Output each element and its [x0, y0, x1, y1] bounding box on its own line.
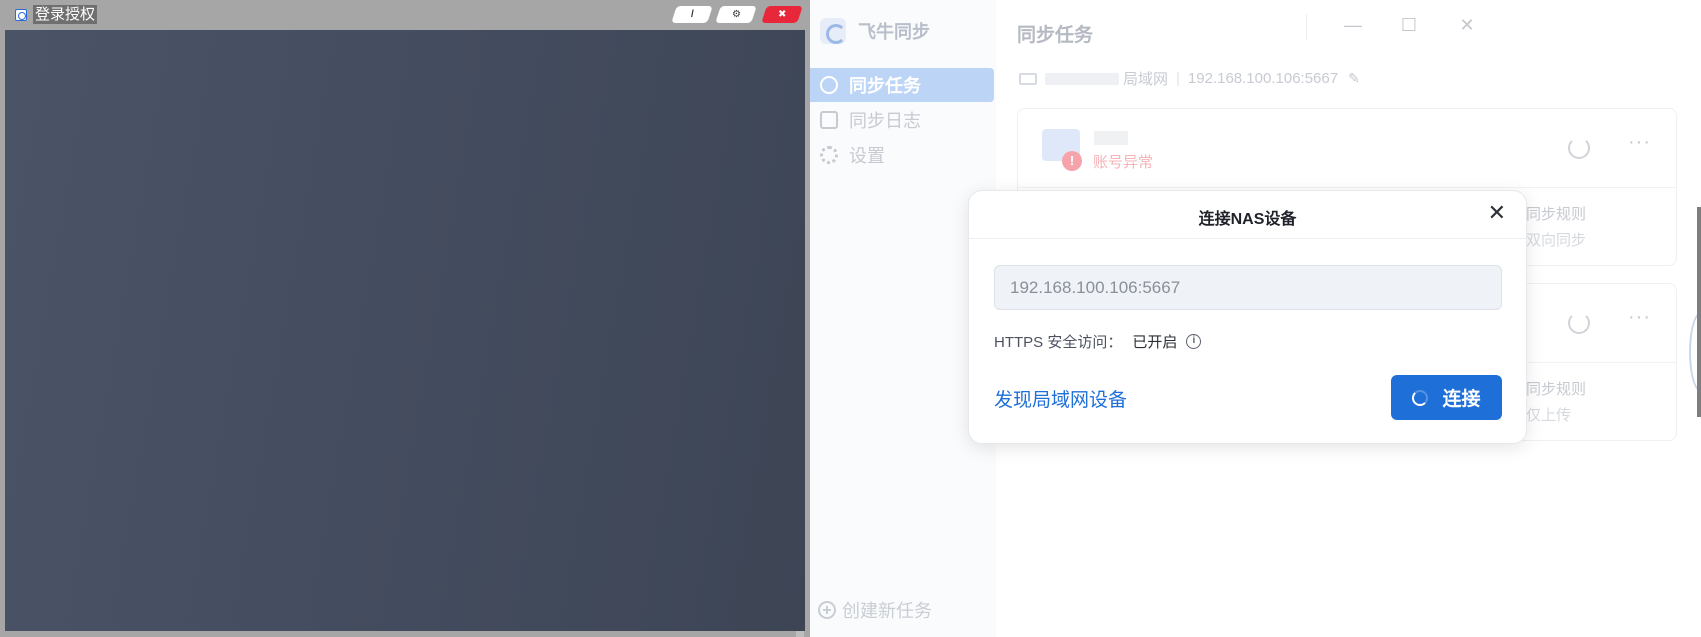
login-window-titlebar: 登录授权 / ⚙ ✖: [0, 0, 810, 30]
refresh-icon[interactable]: [1568, 312, 1590, 334]
network-type: 局域网: [1123, 71, 1169, 88]
sync-rule-label: 同步规则: [1526, 206, 1587, 223]
https-status-row: HTTPS 安全访问： 已开启 i: [994, 331, 1202, 352]
login-content-area[interactable]: [5, 30, 805, 631]
monitor-icon: [1019, 72, 1037, 85]
sidebar-item-sync-tasks[interactable]: 同步任务: [810, 68, 994, 102]
https-value: 已开启: [1132, 334, 1178, 351]
window-close-button[interactable]: ✕: [1456, 14, 1478, 36]
login-window-title: 登录授权: [33, 5, 98, 24]
brand: 飞牛同步: [820, 16, 930, 46]
brand-name: 飞牛同步: [858, 22, 930, 42]
card-divider: [1018, 187, 1676, 188]
close-icon: ✖: [777, 9, 787, 20]
settings-icon: [820, 146, 838, 164]
more-icon[interactable]: ···: [1628, 306, 1651, 329]
sidebar-item-sync-log[interactable]: 同步日志: [810, 103, 994, 137]
connect-button-label: 连接: [1442, 389, 1481, 410]
edit-icon: /: [690, 9, 694, 20]
device-address: 192.168.100.106:5667: [1187, 70, 1339, 87]
warning-icon: !: [1062, 151, 1082, 171]
sidebar-item-label: 同步日志: [849, 111, 921, 131]
device-info: 局域网 | 192.168.100.106:5667 ✎: [1019, 68, 1360, 89]
task-status: 账号异常: [1093, 154, 1154, 171]
sync-task-icon: [820, 76, 838, 94]
task-name-redacted: [1094, 131, 1128, 145]
sync-rule-value: 仅上传: [1526, 407, 1572, 424]
connect-nas-dialog: 连接NAS设备 ✕ HTTPS 安全访问： 已开启 i 发现局域网设备 连接: [968, 190, 1527, 444]
sidebar-item-settings[interactable]: 设置: [810, 138, 994, 172]
create-task-button[interactable]: 创建新任务: [818, 597, 932, 623]
loading-spinner-icon: [1412, 389, 1429, 406]
https-label: HTTPS 安全访问：: [994, 334, 1123, 351]
sidebar-item-label: 设置: [849, 146, 885, 166]
sync-rule-label: 同步规则: [1526, 381, 1587, 398]
refresh-icon[interactable]: [1568, 137, 1590, 159]
settings-button[interactable]: ⚙: [715, 6, 757, 23]
scrollbar[interactable]: [1697, 207, 1701, 417]
close-button[interactable]: ✖: [761, 6, 803, 23]
pencil-icon[interactable]: ✎: [1348, 70, 1360, 87]
dialog-header: 连接NAS设备 ✕: [969, 191, 1526, 239]
more-icon[interactable]: ···: [1628, 131, 1651, 154]
plus-circle-icon: [818, 601, 836, 619]
page-title: 同步任务: [1017, 25, 1094, 46]
dialog-close-icon[interactable]: ✕: [1488, 202, 1506, 224]
gear-icon: ⚙: [731, 9, 741, 20]
info-icon[interactable]: i: [1186, 334, 1202, 349]
titlebar-divider: [1306, 14, 1307, 40]
sync-rule-value: 双向同步: [1526, 232, 1587, 249]
dialog-title: 连接NAS设备: [1198, 211, 1297, 228]
connect-button[interactable]: 连接: [1391, 375, 1502, 420]
sidebar-item-label: 同步任务: [849, 76, 921, 96]
login-auth-window: 登录授权 / ⚙ ✖: [0, 0, 810, 637]
brand-logo-icon: [820, 18, 846, 44]
minimize-button[interactable]: —: [1342, 14, 1364, 36]
sync-log-icon: [820, 111, 838, 129]
device-name-redacted: [1045, 72, 1119, 85]
discover-lan-devices-link[interactable]: 发现局域网设备: [994, 385, 1127, 412]
scrollbar-corner: [796, 631, 804, 637]
nas-address-input[interactable]: [994, 265, 1502, 310]
separator: |: [1176, 70, 1180, 87]
maximize-button[interactable]: ☐: [1398, 14, 1420, 36]
app-icon: [15, 9, 27, 21]
sidebar-nav: 同步任务 同步日志 设置: [810, 68, 996, 173]
edit-button[interactable]: /: [671, 6, 713, 23]
create-task-label: 创建新任务: [842, 601, 932, 621]
